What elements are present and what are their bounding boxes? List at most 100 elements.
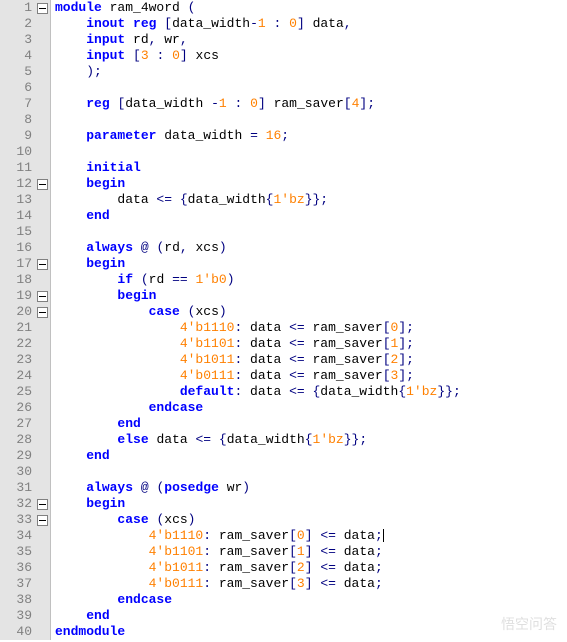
code-line[interactable]: case (xcs) (55, 512, 567, 528)
line-number: 38 (6, 592, 32, 608)
fold-spacer (36, 114, 48, 126)
token-id: ram_saver (211, 576, 289, 591)
code-line[interactable]: end (55, 608, 567, 624)
fold-minus-icon[interactable] (36, 2, 48, 14)
gutter: 1234567891011121314151617181920212223242… (0, 0, 51, 640)
code-line[interactable]: 4'b1101: ram_saver[1] <= data; (55, 544, 567, 560)
token-op: <= (320, 560, 336, 575)
gutter-line: 24 (0, 368, 50, 384)
code-line[interactable]: endmodule (55, 624, 567, 640)
fold-spacer (36, 338, 48, 350)
token-num: 1'bz (406, 384, 437, 399)
code-line[interactable] (55, 112, 567, 128)
code-line[interactable]: 4'b1011: ram_saver[2] <= data; (55, 560, 567, 576)
token-id: ram_saver (305, 336, 383, 351)
token-id: ram_saver (211, 528, 289, 543)
token-id (55, 528, 149, 543)
code-line[interactable]: 4'b1011: data <= ram_saver[2]; (55, 352, 567, 368)
fold-minus-icon[interactable] (36, 498, 48, 510)
code-line[interactable]: always @ (rd, xcs) (55, 240, 567, 256)
token-id (55, 512, 117, 527)
token-id: data (242, 384, 289, 399)
line-number: 5 (6, 64, 32, 80)
code-line[interactable]: parameter data_width = 16; (55, 128, 567, 144)
code-line[interactable]: begin (55, 256, 567, 272)
code-line[interactable]: initial (55, 160, 567, 176)
code-line[interactable]: 4'b1110: ram_saver[0] <= data; (55, 528, 567, 544)
code-line[interactable]: endcase (55, 592, 567, 608)
fold-spacer (36, 146, 48, 158)
code-line[interactable]: data <= {data_width{1'bz}}; (55, 192, 567, 208)
gutter-line: 2 (0, 16, 50, 32)
token-op: [ (133, 48, 141, 63)
line-number: 23 (6, 352, 32, 368)
token-op: [ (289, 544, 297, 559)
gutter-line: 12 (0, 176, 50, 192)
code-line[interactable]: end (55, 416, 567, 432)
code-line[interactable]: module ram_4word ( (55, 0, 567, 16)
code-line[interactable]: 4'b0111: ram_saver[3] <= data; (55, 576, 567, 592)
gutter-line: 20 (0, 304, 50, 320)
token-id: data (242, 352, 289, 367)
fold-minus-icon[interactable] (36, 258, 48, 270)
gutter-line: 10 (0, 144, 50, 160)
token-id: data (55, 192, 156, 207)
code-line[interactable] (55, 464, 567, 480)
code-line[interactable]: 4'b0111: data <= ram_saver[3]; (55, 368, 567, 384)
fold-minus-icon[interactable] (36, 178, 48, 190)
token-op: ) (219, 240, 227, 255)
token-id: data (336, 544, 375, 559)
token-op: , (180, 32, 188, 47)
code-line[interactable]: case (xcs) (55, 304, 567, 320)
token-op: <= (320, 576, 336, 591)
code-line[interactable] (55, 224, 567, 240)
fold-spacer (36, 370, 48, 382)
fold-spacer (36, 82, 48, 94)
code-line[interactable]: end (55, 448, 567, 464)
code-line[interactable]: else data <= {data_width{1'bz}}; (55, 432, 567, 448)
token-num: 1'bz (313, 432, 344, 447)
code-line[interactable]: input [3 : 0] xcs (55, 48, 567, 64)
code-line[interactable]: inout reg [data_width-1 : 0] data, (55, 16, 567, 32)
token-op: ) (242, 480, 250, 495)
token-id: ram_saver (211, 544, 289, 559)
line-number: 2 (6, 16, 32, 32)
token-op: ] (297, 16, 305, 31)
code-line[interactable] (55, 144, 567, 160)
fold-minus-icon[interactable] (36, 306, 48, 318)
fold-minus-icon[interactable] (36, 290, 48, 302)
token-id (55, 288, 117, 303)
line-number: 26 (6, 400, 32, 416)
code-line[interactable]: always @ (posedge wr) (55, 480, 567, 496)
code-line[interactable]: endcase (55, 400, 567, 416)
gutter-line: 37 (0, 576, 50, 592)
code-editor[interactable]: 1234567891011121314151617181920212223242… (0, 0, 567, 640)
gutter-line: 9 (0, 128, 50, 144)
code-line[interactable]: begin (55, 496, 567, 512)
fold-spacer (36, 18, 48, 30)
token-num: 4'b1110 (180, 320, 235, 335)
code-area[interactable]: module ram_4word ( inout reg [data_width… (51, 0, 567, 640)
token-id (258, 128, 266, 143)
line-number: 24 (6, 368, 32, 384)
code-line[interactable]: 4'b1110: data <= ram_saver[0]; (55, 320, 567, 336)
code-line[interactable]: ); (55, 64, 567, 80)
fold-minus-icon[interactable] (36, 514, 48, 526)
code-line[interactable]: 4'b1101: data <= ram_saver[1]; (55, 336, 567, 352)
code-line[interactable] (55, 80, 567, 96)
code-line[interactable]: end (55, 208, 567, 224)
fold-spacer (36, 66, 48, 78)
token-kw: endcase (149, 400, 204, 415)
token-op: ; (281, 128, 289, 143)
token-num: 4'b1110 (149, 528, 204, 543)
code-line[interactable]: input rd, wr, (55, 32, 567, 48)
code-line[interactable]: begin (55, 176, 567, 192)
code-line[interactable]: default: data <= {data_width{1'bz}}; (55, 384, 567, 400)
token-id (55, 240, 86, 255)
token-id: xcs (164, 512, 187, 527)
code-line[interactable]: begin (55, 288, 567, 304)
code-line[interactable]: reg [data_width -1 : 0] ram_saver[4]; (55, 96, 567, 112)
token-op: { (219, 432, 227, 447)
code-line[interactable]: if (rd == 1'b0) (55, 272, 567, 288)
token-id: ram_saver (305, 352, 383, 367)
